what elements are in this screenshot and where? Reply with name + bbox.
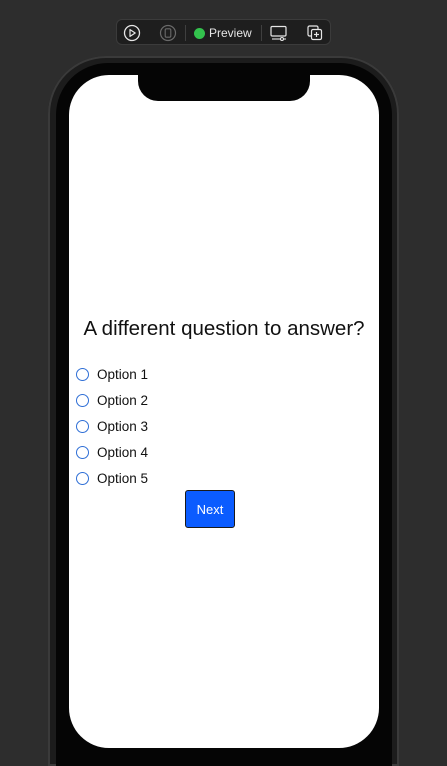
option-3[interactable]: Option 3	[76, 413, 148, 439]
option-label: Option 4	[97, 444, 149, 460]
status-dot	[194, 27, 205, 39]
device-button[interactable]	[158, 23, 178, 43]
option-5[interactable]: Option 5	[76, 465, 148, 491]
device-icon	[159, 24, 177, 42]
options-list: Option 1 Option 2 Option 3 Option 4 Opti…	[76, 361, 148, 491]
radio-button-icon[interactable]	[76, 393, 89, 407]
radio-button-icon[interactable]	[76, 367, 89, 381]
live-preview-button[interactable]	[122, 23, 142, 43]
next-button[interactable]: Next	[185, 490, 235, 528]
preview-toolbar: Preview	[116, 19, 331, 45]
toolbar-divider	[261, 25, 262, 41]
option-1[interactable]: Option 1	[76, 361, 148, 387]
radio-button-icon[interactable]	[76, 471, 89, 485]
radio-button-icon[interactable]	[76, 419, 89, 433]
canvas-background: Preview A different question to answer?	[0, 0, 447, 766]
option-label: Option 2	[97, 392, 149, 408]
option-4[interactable]: Option 4	[76, 439, 148, 465]
monitor-settings-icon	[270, 25, 287, 42]
option-2[interactable]: Option 2	[76, 387, 148, 413]
radio-button-icon[interactable]	[76, 445, 89, 459]
duplicate-add-icon	[307, 25, 323, 41]
option-label: Option 5	[97, 470, 149, 486]
preview-mode-button[interactable]: Preview	[194, 23, 252, 43]
question-title: A different question to answer?	[83, 317, 365, 340]
device-screen: A different question to answer? Option 1…	[69, 75, 379, 748]
device-notch	[138, 75, 310, 101]
option-label: Option 1	[97, 366, 149, 382]
play-circle-icon	[123, 24, 141, 42]
device-settings-button[interactable]	[269, 23, 289, 43]
preview-label: Preview	[209, 26, 252, 40]
option-label: Option 3	[97, 418, 149, 434]
toolbar-divider	[185, 25, 186, 41]
duplicate-preview-button[interactable]	[305, 23, 325, 43]
